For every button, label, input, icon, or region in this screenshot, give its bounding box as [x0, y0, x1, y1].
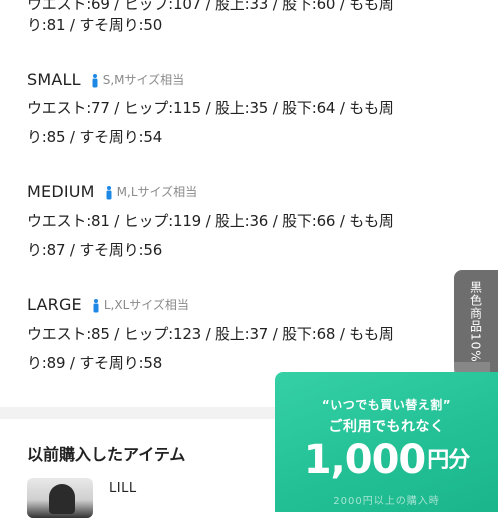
size-heading-medium: MEDIUM M,Lサイズ相当: [27, 182, 197, 201]
promo-banner[interactable]: “いつでも買い替え割” ご利用でもれなく 1,000円分 2000円以上の購入時: [275, 372, 498, 512]
size-name: LARGE: [27, 295, 82, 314]
size-heading-small: SMALL S,Mサイズ相当: [27, 70, 184, 89]
promo-amount-value: 1,000: [303, 437, 427, 483]
size-heading-large: LARGE L,XLサイズ相当: [27, 295, 189, 314]
fit-note: M,Lサイズ相当: [116, 185, 198, 199]
fit-note: L,XLサイズ相当: [103, 298, 189, 312]
previous-item-thumbnail[interactable]: [27, 478, 93, 518]
size-measurements-line: り:81 / すそ周り:50: [27, 16, 163, 34]
size-measurements-line: り:87 / すそ周り:56: [27, 241, 163, 259]
size-name: SMALL: [27, 70, 81, 89]
person-icon: [92, 73, 98, 87]
side-promo-tab[interactable]: 黒色商品10%: [454, 270, 498, 374]
promo-amount: 1,000円分: [275, 436, 498, 485]
size-measurements-line: り:85 / すそ周り:54: [27, 128, 163, 146]
size-measurements-line: ウエスト:77 / ヒップ:115 / 股上:35 / 股下:64 / もも周: [27, 99, 394, 117]
previous-item-brand[interactable]: LILL: [109, 481, 137, 496]
side-promo-tab-label: 黒色商品10%: [468, 281, 483, 363]
size-measurements-line: ウエスト:81 / ヒップ:119 / 股上:36 / 股下:66 / もも周: [27, 212, 394, 230]
size-measurements-line: ウエスト:85 / ヒップ:123 / 股上:37 / 股下:68 / もも周: [27, 325, 394, 343]
promo-amount-unit: 円分: [427, 448, 470, 473]
promo-line-1: “いつでも買い替え割”: [321, 398, 452, 412]
size-name: MEDIUM: [27, 182, 95, 201]
fit-note: S,Mサイズ相当: [102, 73, 185, 87]
size-measurements-line: り:89 / すそ周り:58: [27, 354, 163, 372]
size-measurements-line: ウエスト:69 / ヒップ:107 / 股上:33 / 股下:60 / もも周: [27, 0, 394, 13]
promo-footer: 2000円以上の購入時: [333, 496, 440, 507]
person-icon: [93, 298, 99, 312]
promo-line-2: ご利用でもれなく: [328, 419, 445, 435]
previous-items-title: 以前購入したアイテム: [27, 445, 186, 464]
person-icon: [106, 185, 112, 199]
